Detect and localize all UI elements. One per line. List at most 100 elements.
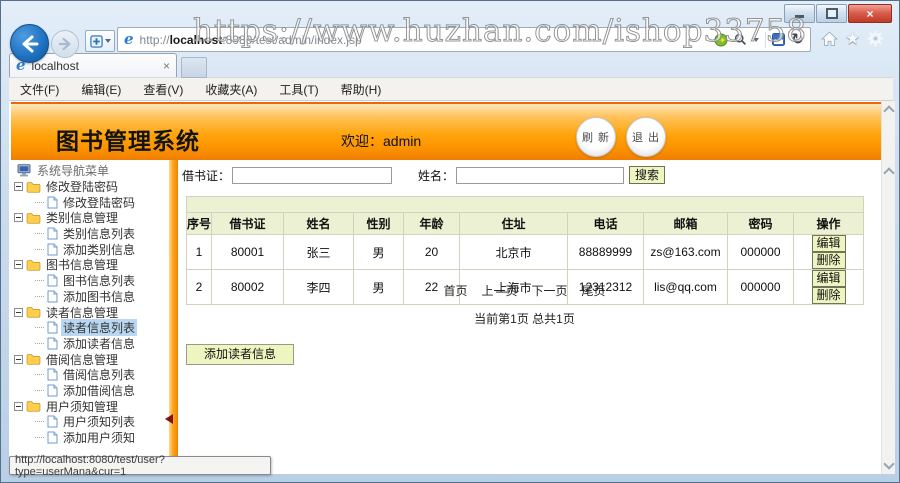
accelerator-icon[interactable] xyxy=(714,33,728,47)
scroll-up-icon[interactable] xyxy=(883,105,895,117)
scroll-down-icon[interactable] xyxy=(883,458,895,470)
folder-icon xyxy=(26,307,41,318)
page-first-link[interactable]: 首页 xyxy=(443,284,467,298)
menu-help[interactable]: 帮助(H) xyxy=(330,81,393,98)
folder-icon xyxy=(26,354,41,365)
chevron-down-icon xyxy=(104,39,111,43)
delete-button[interactable]: 删除 xyxy=(811,252,846,269)
sidebar-item-label[interactable]: 图书信息列表 xyxy=(61,272,137,289)
sidebar-item-category-add[interactable]: 添加类别信息 xyxy=(11,241,169,257)
sidebar-folder-category[interactable]: 类别信息管理 xyxy=(11,210,169,226)
sidebar-item-label[interactable]: 修改登陆密码 xyxy=(61,194,137,211)
collapse-icon[interactable] xyxy=(14,354,23,364)
toolbar-addon-button[interactable] xyxy=(85,30,115,52)
sidebar-item-book-add[interactable]: 添加图书信息 xyxy=(11,289,169,305)
sidebar-item-borrow-list[interactable]: 借阅信息列表 xyxy=(11,367,169,383)
vertical-scrollbar[interactable] xyxy=(881,101,895,474)
sidebar-folder-reader[interactable]: 读者信息管理 xyxy=(11,304,169,320)
frame-scroll-up-icon[interactable] xyxy=(883,167,895,179)
search-button[interactable]: 搜索 xyxy=(629,166,666,184)
refresh-page-button[interactable]: 刷 新 xyxy=(576,117,616,157)
sidebar-folder-book[interactable]: 图书信息管理 xyxy=(11,257,169,273)
sidebar-item-label[interactable]: 用户须知列表 xyxy=(61,413,137,430)
collapse-icon[interactable] xyxy=(14,307,23,317)
sidebar-item-reader-list[interactable]: 读者信息列表 xyxy=(11,319,169,337)
sidebar-folder-notice[interactable]: 用户须知管理 xyxy=(11,398,169,414)
cell-name: 张三 xyxy=(283,234,354,270)
menu-edit[interactable]: 编辑(E) xyxy=(70,81,132,98)
file-icon xyxy=(47,196,58,209)
sidebar-item-reader-add[interactable]: 添加读者信息 xyxy=(11,336,169,352)
sidebar-folder-label[interactable]: 用户须知管理 xyxy=(44,398,120,415)
sidebar-item-label[interactable]: 添加用户须知 xyxy=(61,429,137,446)
sidebar-folder-password[interactable]: 修改登陆密码 xyxy=(11,179,169,195)
search-icon[interactable] xyxy=(734,33,747,46)
sidebar-folder-label[interactable]: 图书信息管理 xyxy=(44,256,120,273)
welcome-text: 欢迎：admin xyxy=(341,133,422,149)
sidebar-splitter[interactable] xyxy=(165,160,178,472)
collapse-icon[interactable] xyxy=(14,401,23,411)
sidebar-folder-label[interactable]: 类别信息管理 xyxy=(44,209,120,226)
name-input[interactable] xyxy=(456,166,625,184)
sidebar-item-book-list[interactable]: 图书信息列表 xyxy=(11,273,169,289)
new-tab-button[interactable] xyxy=(181,57,207,78)
home-icon[interactable] xyxy=(821,31,838,47)
tree-connector xyxy=(35,233,44,235)
sidebar-item-label[interactable]: 添加类别信息 xyxy=(61,241,137,258)
collapse-sidebar-arrow-icon[interactable] xyxy=(165,414,173,424)
sidebar-item-notice-add[interactable]: 添加用户须知 xyxy=(11,430,169,446)
sidebar-item-borrow-add[interactable]: 添加借阅信息 xyxy=(11,383,169,399)
compatibility-view-icon[interactable] xyxy=(772,33,786,46)
close-button[interactable]: × xyxy=(848,4,892,23)
file-icon xyxy=(47,321,58,334)
sidebar-item-label-selected[interactable]: 读者信息列表 xyxy=(61,319,138,337)
sidebar-item-change-password[interactable]: 修改登陆密码 xyxy=(11,194,169,210)
address-bar[interactable]: e http://localhost:8080/test/admin/index… xyxy=(117,27,811,52)
sidebar-item-label[interactable]: 借阅信息列表 xyxy=(61,366,137,383)
sidebar-folder-label[interactable]: 修改登陆密码 xyxy=(44,178,120,195)
page-next-link[interactable]: 下一页 xyxy=(532,284,568,298)
refresh-icon[interactable]: ↻ xyxy=(791,32,804,47)
collapse-icon[interactable] xyxy=(14,260,23,270)
sidebar-folder-borrow[interactable]: 借阅信息管理 xyxy=(11,351,169,367)
add-reader-button[interactable]: 添加读者信息 xyxy=(186,344,294,365)
forward-arrow-icon xyxy=(58,37,71,51)
sidebar-item-label[interactable]: 添加读者信息 xyxy=(61,335,137,352)
sidebar-item-label[interactable]: 类别信息列表 xyxy=(61,225,137,242)
sidebar-item-label[interactable]: 添加借阅信息 xyxy=(61,382,137,399)
menu-view[interactable]: 查看(V) xyxy=(132,81,194,98)
minimize-button[interactable] xyxy=(784,4,815,23)
sidebar-item-label[interactable]: 添加图书信息 xyxy=(61,288,137,305)
url-text[interactable]: http://localhost:8080/test/admin/index.j… xyxy=(140,33,715,47)
col-address: 住址 xyxy=(459,212,568,235)
col-phone: 电话 xyxy=(567,212,644,235)
collapse-icon[interactable] xyxy=(14,182,23,192)
menu-file[interactable]: 文件(F) xyxy=(9,81,70,98)
sidebar-folder-label[interactable]: 读者信息管理 xyxy=(44,304,120,321)
forward-button[interactable] xyxy=(51,30,79,58)
sidebar-item-category-list[interactable]: 类别信息列表 xyxy=(11,226,169,242)
logout-button[interactable]: 退 出 xyxy=(626,117,666,157)
menu-tools[interactable]: 工具(T) xyxy=(268,81,329,98)
page-last-link[interactable]: 尾页 xyxy=(582,284,606,298)
file-icon xyxy=(47,415,58,428)
back-button[interactable] xyxy=(10,24,49,63)
sidebar-folder-label[interactable]: 借阅信息管理 xyxy=(44,351,120,368)
tree-connector xyxy=(35,342,44,344)
file-icon xyxy=(47,368,58,381)
collapse-icon[interactable] xyxy=(14,213,23,223)
cell-gender: 男 xyxy=(353,234,404,270)
menu-favorites[interactable]: 收藏夹(A) xyxy=(194,81,268,98)
folder-icon xyxy=(26,401,41,412)
tab-close-icon[interactable]: × xyxy=(163,60,170,72)
search-dropdown-icon[interactable] xyxy=(753,37,760,42)
card-no-input[interactable] xyxy=(232,166,393,184)
tree-root[interactable]: 系统导航菜单 xyxy=(11,163,169,179)
edit-button[interactable]: 编辑 xyxy=(811,235,846,252)
favorites-star-icon[interactable]: ★ xyxy=(845,30,860,47)
page-prev-link[interactable]: 上一页 xyxy=(481,284,517,298)
table-row: 1 80001 张三 男 20 北京市 88889999 zs@163.com … xyxy=(186,234,865,270)
sidebar-item-notice-list[interactable]: 用户须知列表 xyxy=(11,414,169,430)
maximize-button[interactable] xyxy=(816,4,847,23)
settings-gear-icon[interactable] xyxy=(867,30,884,47)
